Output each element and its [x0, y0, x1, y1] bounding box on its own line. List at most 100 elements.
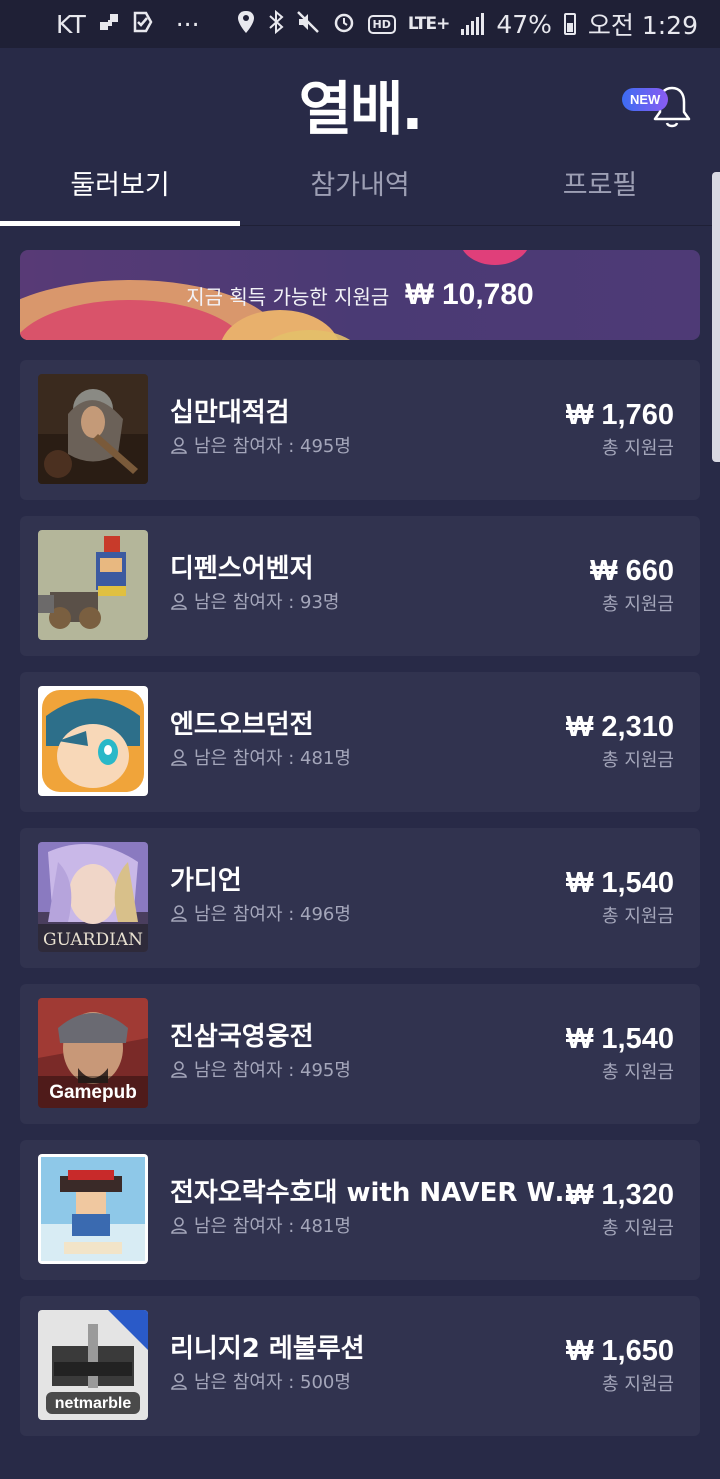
reward-info: ₩ 1,760 총 지원금: [566, 398, 674, 460]
game-card[interactable]: 디펜스어벤저 남은 참여자 : 93명 ₩ 660 총 지원금: [20, 516, 700, 656]
banner-amount: ₩ 10,780: [405, 278, 534, 311]
more-notifications-dots: ···: [175, 9, 200, 39]
game-title: 가디언: [170, 866, 242, 896]
reward-amount: ₩ 1,760: [566, 399, 674, 431]
reward-info: ₩ 1,540 총 지원금: [566, 866, 674, 928]
lte-indicator: LTE+: [407, 14, 450, 34]
reward-amount: ₩ 1,540: [566, 1023, 674, 1055]
participants-count: 남은 참여자 : 500명: [194, 1372, 351, 1393]
game-info: 디펜스어벤저 남은 참여자 : 93명: [170, 552, 570, 614]
game-info: 십만대적검 남은 참여자 : 495명: [170, 396, 570, 458]
banner-decoration: [460, 250, 530, 265]
participants-row: 남은 참여자 : 500명: [170, 1368, 570, 1394]
alarm-icon: [332, 10, 356, 39]
hd-voice-icon: HD: [367, 14, 396, 34]
user-icon: [171, 1061, 187, 1078]
participants-row: 남은 참여자 : 495명: [170, 1056, 570, 1082]
thumbnail-text: Gamepub: [49, 1082, 137, 1103]
game-thumbnail: GUARDIAN: [38, 842, 148, 952]
reward-label: 총 지원금: [602, 1062, 674, 1083]
reward-banner: 지금 획득 가능한 지원금 ₩ 10,780: [20, 250, 700, 340]
game-info: 진삼국영웅전 남은 참여자 : 495명: [170, 1020, 570, 1082]
notification-button[interactable]: NEW: [622, 84, 692, 136]
user-icon: [171, 593, 187, 610]
reward-label: 총 지원금: [602, 1218, 674, 1239]
tab-profile[interactable]: 프로필: [480, 160, 720, 225]
reward-label: 총 지원금: [602, 906, 674, 927]
participants-count: 남은 참여자 : 495명: [194, 1060, 351, 1081]
tab-participation-history[interactable]: 참가내역: [240, 160, 480, 225]
game-card[interactable]: 전자오락수호대 with NAVER WEBTOON 남은 참여자 : 481명…: [20, 1140, 700, 1280]
participants-row: 남은 참여자 : 93명: [170, 588, 570, 614]
game-card[interactable]: GUARDIAN 가디언 남은 참여자 : 496명 ₩ 1,540 총 지원금: [20, 828, 700, 968]
status-bar-left: KT ···: [56, 10, 200, 39]
game-title: 전자오락수호대 with NAVER WEBTOON: [170, 1178, 590, 1208]
game-thumbnail: [38, 1154, 148, 1264]
game-thumbnail: Gamepub: [38, 998, 148, 1108]
reward-label: 총 지원금: [602, 750, 674, 771]
game-thumbnail: [38, 374, 148, 484]
reward-info: ₩ 660 총 지원금: [590, 554, 674, 616]
game-title: 디펜스어벤저: [170, 554, 314, 584]
game-title: 엔드오브던전: [170, 710, 314, 740]
reward-info: ₩ 1,540 총 지원금: [566, 1022, 674, 1084]
user-icon: [171, 1373, 187, 1390]
mute-icon: [296, 10, 320, 39]
reward-info: ₩ 2,310 총 지원금: [566, 710, 674, 772]
game-card[interactable]: 엔드오브던전 남은 참여자 : 481명 ₩ 2,310 총 지원금: [20, 672, 700, 812]
user-icon: [171, 749, 187, 766]
game-info: 리니지2 레볼루션 남은 참여자 : 500명: [170, 1332, 570, 1394]
reward-info: ₩ 1,320 총 지원금: [566, 1178, 674, 1240]
status-bar: KT ··· HD LTE+ 47% 오전 1:29: [0, 0, 720, 48]
participants-row: 남은 참여자 : 481명: [170, 744, 570, 770]
participants-count: 남은 참여자 : 496명: [194, 904, 351, 925]
participants-row: 남은 참여자 : 496명: [170, 900, 570, 926]
game-thumbnail: netmarble: [38, 1310, 148, 1420]
location-icon: [236, 10, 256, 39]
participants-count: 남은 참여자 : 93명: [194, 592, 340, 613]
reward-amount: ₩ 1,320: [566, 1179, 674, 1211]
thumbnail-text: netmarble: [55, 1395, 132, 1412]
participants-count: 남은 참여자 : 495명: [194, 436, 351, 457]
participants-row: 남은 참여자 : 481명: [170, 1212, 570, 1238]
app-logo: 열배.: [298, 75, 424, 143]
participants-count: 남은 참여자 : 481명: [194, 748, 351, 769]
user-icon: [171, 905, 187, 922]
game-info: 가디언 남은 참여자 : 496명: [170, 864, 570, 926]
participants-count: 남은 참여자 : 481명: [194, 1216, 351, 1237]
battery-percent: 47%: [496, 9, 552, 39]
game-list: 십만대적검 남은 참여자 : 495명 ₩ 1,760 총 지원금 디펜스어벤저…: [20, 360, 700, 1452]
reward-amount: ₩ 2,310: [566, 711, 674, 743]
notification-app-icon: [98, 12, 120, 37]
game-thumbnail: [38, 530, 148, 640]
app-header: 열배. NEW: [0, 48, 720, 160]
user-icon: [171, 1217, 187, 1234]
tab-browse[interactable]: 둘러보기: [0, 160, 240, 226]
status-bar-right: HD LTE+ 47% 오전 1:29: [236, 6, 698, 42]
reward-label: 총 지원금: [602, 438, 674, 459]
game-card[interactable]: Gamepub 진삼국영웅전 남은 참여자 : 495명 ₩ 1,540 총 지…: [20, 984, 700, 1124]
tab-bar: 둘러보기 참가내역 프로필: [0, 160, 720, 226]
game-title: 십만대적검: [170, 398, 290, 428]
game-thumbnail: [38, 686, 148, 796]
reward-info: ₩ 1,650 총 지원금: [566, 1334, 674, 1396]
carrier-label: KT: [56, 9, 86, 39]
reward-amount: ₩ 660: [590, 555, 674, 587]
new-badge: NEW: [622, 88, 669, 111]
check-notification-icon: [132, 11, 154, 38]
battery-icon: [563, 13, 576, 35]
game-title: 리니지2 레볼루션: [170, 1334, 365, 1364]
banner-text: 지금 획득 가능한 지원금: [186, 284, 390, 309]
game-card[interactable]: 십만대적검 남은 참여자 : 495명 ₩ 1,760 총 지원금: [20, 360, 700, 500]
clock: 오전 1:29: [587, 11, 698, 40]
game-info: 전자오락수호대 with NAVER WEBTOON 남은 참여자 : 481명: [170, 1176, 590, 1238]
reward-label: 총 지원금: [602, 1374, 674, 1395]
reward-label: 총 지원금: [602, 594, 674, 615]
scroll-indicator[interactable]: [712, 172, 720, 462]
participants-row: 남은 참여자 : 495명: [170, 432, 570, 458]
game-title: 진삼국영웅전: [170, 1022, 314, 1052]
thumbnail-text: GUARDIAN: [43, 930, 143, 950]
game-info: 엔드오브던전 남은 참여자 : 481명: [170, 708, 570, 770]
game-card[interactable]: netmarble 리니지2 레볼루션 남은 참여자 : 500명 ₩ 1,65…: [20, 1296, 700, 1436]
bluetooth-icon: [268, 9, 284, 39]
